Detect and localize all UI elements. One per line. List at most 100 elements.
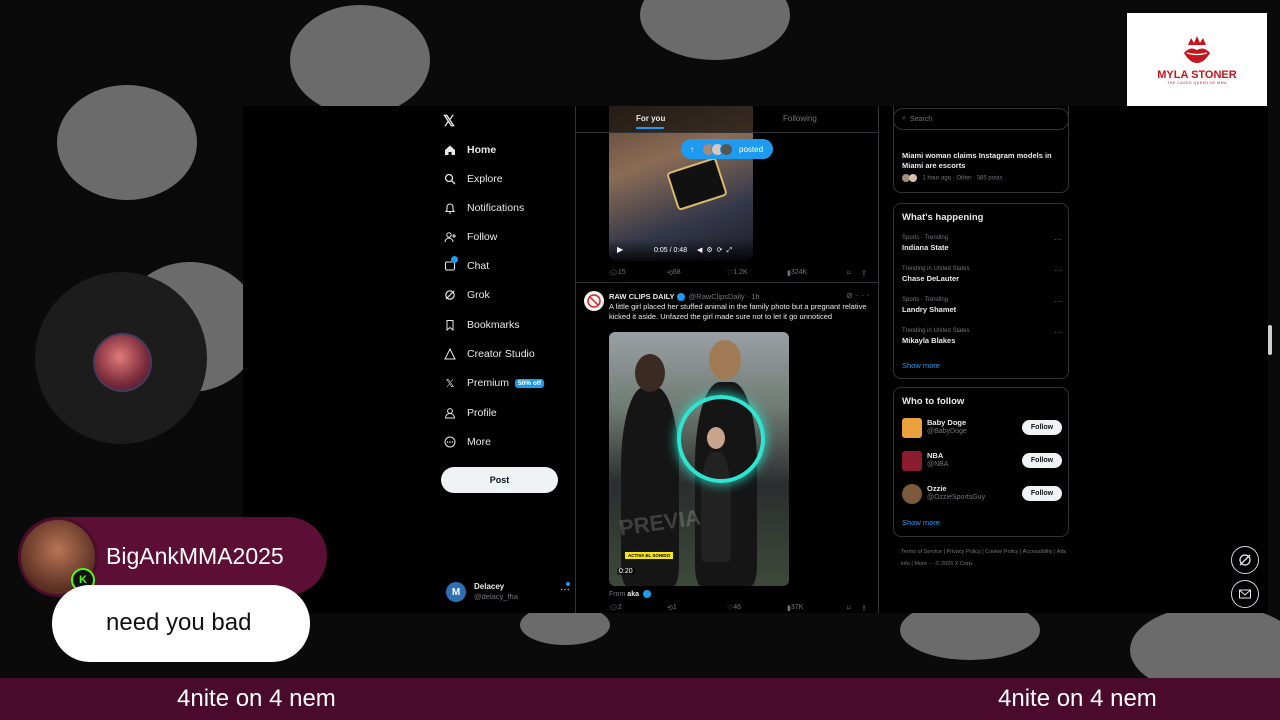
grok-icon[interactable]: ⊘··· [846, 291, 873, 300]
post-author-handle[interactable]: @RawClipsDaily [689, 292, 745, 301]
chat-icon [443, 256, 458, 273]
sidebar-item-creator-studio[interactable]: Creator Studio [443, 343, 535, 365]
show-more-link[interactable]: Show more [902, 518, 940, 527]
bookmark-icon [443, 318, 457, 332]
share-icon[interactable]: ⇪ [861, 604, 867, 612]
logo-subtitle: THE CAGED QUEEN OF MMA [1167, 80, 1227, 85]
streamer-avatar [93, 333, 152, 392]
follow-button[interactable]: Follow [1022, 453, 1062, 468]
new-posts-pill[interactable]: ↑ posted [681, 139, 773, 159]
avatar [902, 418, 922, 438]
home-icon [443, 143, 457, 157]
trend-item[interactable]: Trending in United States Chase DeLauter … [902, 266, 1062, 283]
search-icon [443, 172, 457, 186]
sidebar-item-label: Grok [467, 289, 490, 301]
sidebar-item-chat[interactable]: Chat [443, 255, 489, 277]
news-headline: Miami woman claims Instagram models in M… [902, 151, 1052, 170]
reply-button[interactable]: 💬︎ 15 [609, 269, 626, 277]
account-switcher[interactable]: M Delacey @delacy_fha ··· [446, 580, 576, 604]
account-name: Delacey [474, 582, 505, 591]
whats-happening-card: What's happening Sports · Trending Indian… [893, 203, 1069, 379]
sidebar-item-label: Explore [467, 173, 503, 185]
post-button[interactable]: Post [441, 467, 558, 493]
tab-for-you[interactable]: For you [636, 114, 665, 129]
sidebar-item-label: More [467, 436, 491, 448]
more-dots-icon[interactable]: ··· [1054, 266, 1062, 275]
sidebar-item-bookmarks[interactable]: Bookmarks [443, 314, 520, 336]
video-frame-face [635, 354, 665, 392]
more-dots-icon[interactable]: ··· [1054, 328, 1062, 337]
video-player[interactable]: PREVIA ACTIVA EL SONIDO 0:20 [609, 332, 789, 586]
x-premium-icon: 𝕏 [445, 377, 455, 390]
footer-links[interactable]: Terms of Service | Privacy Policy | Cook… [901, 546, 1071, 570]
grok-icon [443, 288, 457, 302]
repost-button[interactable]: ⟲ 68 [667, 269, 681, 277]
sidebar-nav: 𝕏 Home Explore Notifications Follow Chat… [439, 106, 575, 613]
sidebar-item-label: Notifications [467, 202, 525, 214]
feed-tabs: For you Following [576, 106, 878, 133]
divider [576, 282, 878, 283]
search-placeholder: Search [909, 115, 933, 123]
background-blob [640, 0, 790, 60]
sidebar-item-label: Profile [467, 407, 497, 419]
play-icon[interactable]: ▶ [617, 245, 623, 254]
reply-button[interactable]: 💬︎ 2 [609, 604, 622, 612]
sidebar-item-label: Premium [467, 377, 510, 389]
video-settings-icon[interactable]: ◀⚙⟳⤢ [697, 246, 736, 255]
chat-username: BigAnkMMA2025 [106, 543, 284, 569]
sidebar-item-explore[interactable]: Explore [443, 168, 503, 190]
x-logo-icon[interactable]: 𝕏 [443, 112, 455, 130]
sidebar-item-grok[interactable]: Grok [443, 284, 490, 306]
follow-suggestion[interactable]: NBA @NBA Follow [902, 449, 1062, 473]
sidebar-item-home[interactable]: Home [443, 139, 496, 161]
follow-suggestion[interactable]: Baby Doge @BabyDoge Follow [902, 416, 1062, 440]
video-source[interactable]: From aka [609, 590, 653, 598]
trend-item[interactable]: Trending in United States Mikayla Blakes … [902, 328, 1062, 345]
avatar: M [446, 582, 466, 602]
news-meta: 1 hour ago · Other · 385 posts [902, 174, 1003, 182]
video-frame-object [666, 156, 728, 212]
mail-icon[interactable] [1231, 580, 1259, 608]
new-posts-label: posted [739, 144, 764, 154]
scrollbar[interactable] [1268, 325, 1272, 355]
grok-icon[interactable] [1231, 546, 1259, 574]
bookmark-icon[interactable]: ⌑ [847, 604, 851, 612]
logo-title: MYLA STONER [1157, 68, 1237, 81]
show-more-link[interactable]: Show more [902, 361, 940, 370]
person-icon [443, 406, 457, 420]
follow-button[interactable]: Follow [1022, 486, 1062, 501]
views-count[interactable]: ▮ 324K [787, 269, 807, 277]
creator-studio-icon [443, 347, 457, 361]
tab-following[interactable]: Following [783, 114, 817, 123]
video-controls: ▶ 0:05 / 0:48 ◀⚙⟳⤢ [609, 239, 753, 261]
trend-item[interactable]: Sports · Trending Indiana State ··· [902, 235, 1062, 252]
sidebar-item-profile[interactable]: Profile [443, 402, 497, 424]
search-input[interactable]: ⌕ Search [893, 108, 1069, 130]
notification-dot [566, 582, 570, 586]
sidebar-item-follow[interactable]: Follow [443, 226, 497, 248]
avatar [720, 142, 733, 156]
bookmark-icon[interactable]: ⌑ [847, 269, 851, 277]
views-count[interactable]: ▮ 37K [787, 604, 803, 612]
post-author-name[interactable]: RAW CLIPS DAILY [609, 292, 675, 301]
more-dots-icon[interactable]: ··· [1054, 297, 1062, 306]
like-button[interactable]: ♡ 46 [727, 604, 741, 612]
follow-suggestion[interactable]: Ozzie @OzzieSportsGuy Follow [902, 482, 1062, 506]
trend-item[interactable]: Sports · Trending Landry Shamet ··· [902, 297, 1062, 314]
follow-button[interactable]: Follow [1022, 420, 1062, 435]
verified-icon [642, 590, 651, 598]
share-icon[interactable]: ⇪ [861, 269, 867, 277]
sidebar-item-notifications[interactable]: Notifications [443, 197, 524, 219]
sidebar-item-premium[interactable]: 𝕏 Premium 50% off [443, 372, 545, 394]
like-button[interactable]: ♡ 1.2K [727, 269, 748, 277]
sidebar-item-more[interactable]: More [443, 431, 491, 453]
post-age: · 1h [746, 292, 760, 301]
arrow-up-icon: ↑ [690, 144, 694, 154]
repost-button[interactable]: ⟲ 1 [667, 604, 677, 612]
more-dots-icon[interactable]: ··· [1054, 235, 1062, 244]
sidebar-item-label: Creator Studio [467, 348, 535, 360]
avatar[interactable] [584, 291, 604, 311]
section-title: What's happening [902, 212, 984, 223]
unread-badge [451, 256, 458, 263]
search-icon: ⌕ [902, 115, 906, 122]
